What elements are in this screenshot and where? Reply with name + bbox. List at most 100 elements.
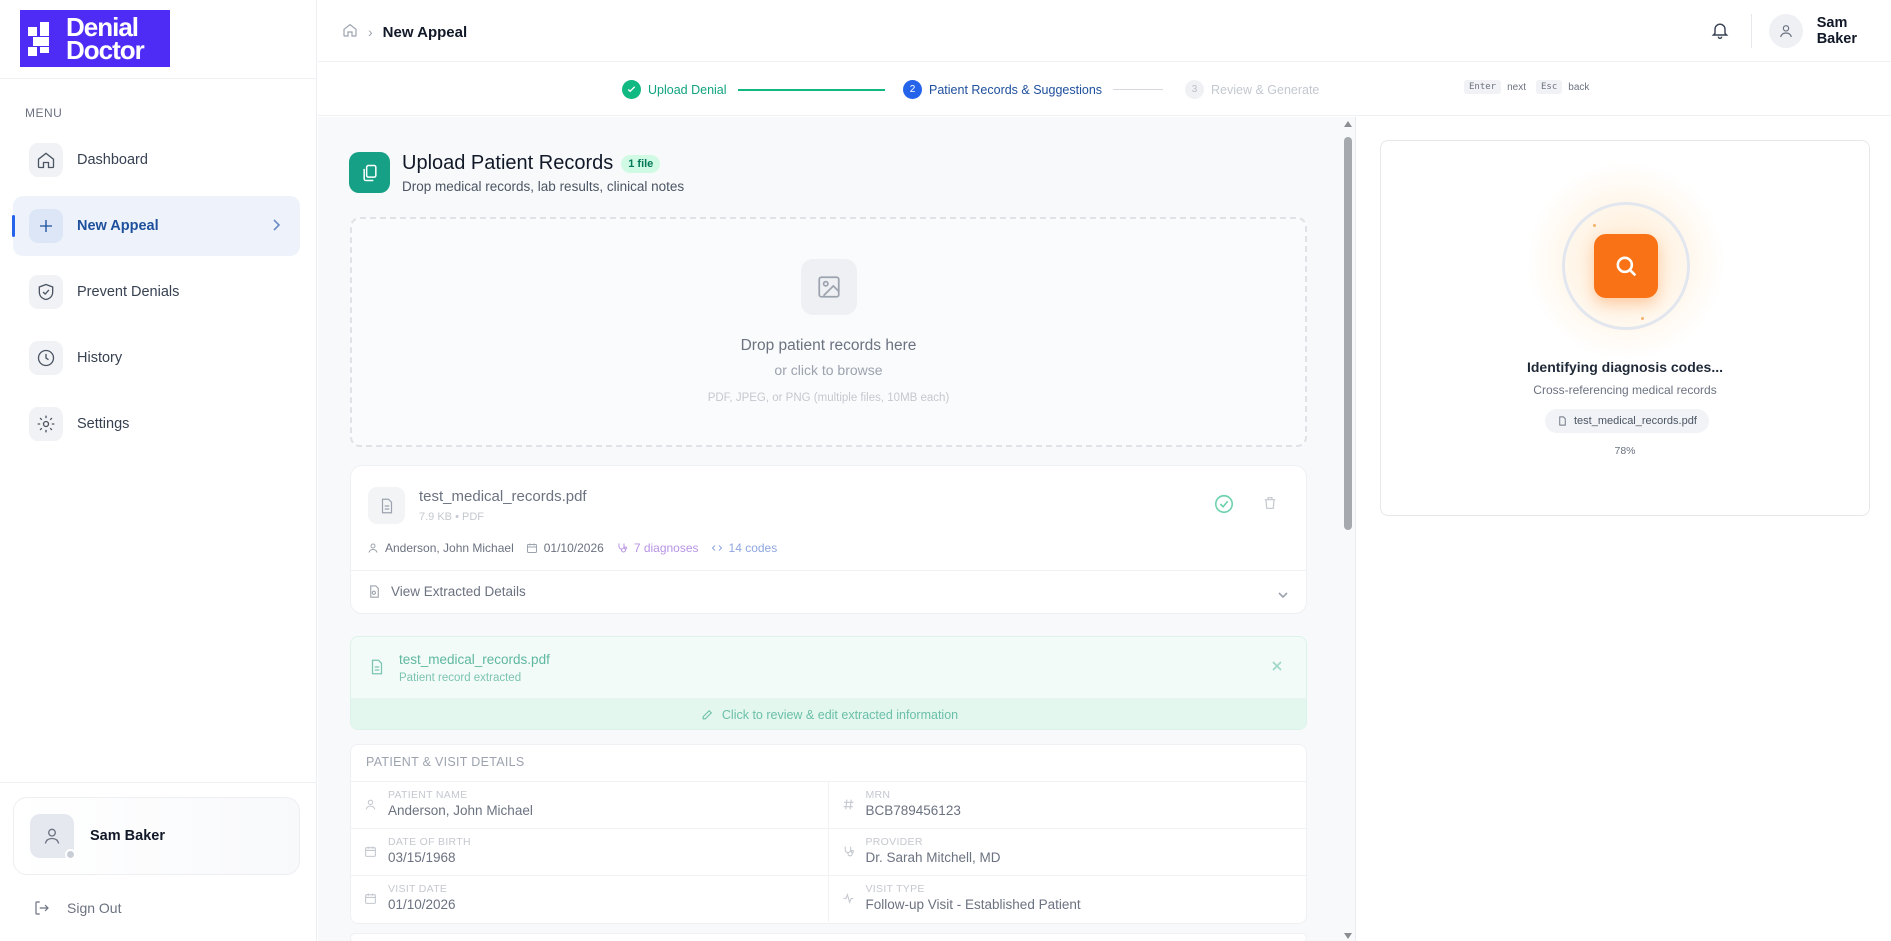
trash-icon[interactable] [1262,494,1278,517]
denial-doctor-logo[interactable]: Denial Doctor [20,10,170,67]
drop-formats-text: PDF, JPEG, or PNG (multiple files, 10MB … [707,392,950,404]
sign-out-label: Sign Out [67,900,122,916]
field-visit-date[interactable]: VISIT DATE 01/10/2026 [351,876,829,922]
plus-icon [29,209,63,243]
upload-subtitle: Drop medical records, lab results, clini… [402,179,685,194]
sidebar-item-label: History [77,350,123,366]
sidebar-item-label: Settings [77,416,130,432]
field-value: 03/15/1968 [388,850,456,865]
file-meta: 7.9 KB • PDF [419,511,484,523]
step-number: 3 [1185,80,1204,99]
divider [351,570,1306,571]
extracted-status: Patient record extracted [399,672,522,684]
sidebar-item-prevent-denials[interactable]: Prevent Denials [13,262,300,322]
file-drop-zone[interactable]: Drop patient records here or click to br… [350,217,1307,447]
field-label: PATIENT NAME [388,789,468,801]
processing-file-name: test_medical_records.pdf [1574,415,1697,427]
user-profile-card[interactable]: Sam Baker [13,797,300,875]
enter-key: Enter [1464,80,1502,94]
orbit-dot [1593,224,1596,227]
home-icon [29,143,63,177]
search-icon [1594,234,1658,298]
close-icon[interactable] [1271,659,1283,677]
user-icon [365,799,376,810]
activity-icon [843,893,853,904]
shield-check-icon [29,275,63,309]
sidebar-item-history[interactable]: History [13,328,300,388]
field-label: VISIT TYPE [865,883,925,895]
file-icon [368,487,405,524]
keyboard-hint: Enter next Esc back [1464,80,1599,94]
header-user-name: Sam Baker [1816,15,1858,47]
sign-out-button[interactable]: Sign Out [33,899,121,917]
scroll-up-arrow-icon[interactable] [1344,121,1352,127]
pencil-icon [702,709,712,720]
step-review-generate: 3 Review & Generate [1185,80,1319,99]
avatar [1769,14,1803,48]
bell-icon[interactable] [1710,19,1730,46]
breadcrumb: › New Appeal [342,22,467,42]
field-patient-name[interactable]: PATIENT NAME Anderson, John Michael [351,782,829,828]
chevron-right-icon: › [368,24,373,40]
sidebar-nav: Dashboard New Appeal Prevent Denials His… [12,130,300,460]
progress-stepper: Upload Denial 2 Patient Records & Sugges… [318,62,1891,116]
sidebar-item-settings[interactable]: Settings [13,394,300,454]
enter-hint-text: next [1507,81,1526,93]
divider [1751,14,1752,48]
field-label: VISIT DATE [388,883,448,895]
step-connector [1113,89,1163,90]
chevron-down-icon[interactable] [1277,587,1289,605]
extracted-file-name: test_medical_records.pdf [399,652,550,667]
chevron-right-icon [270,218,282,237]
calendar-icon [365,846,376,857]
file-icon [1559,416,1566,426]
esc-hint-text: back [1568,81,1590,93]
orbit-dot [1641,317,1644,320]
divider [0,78,317,79]
field-value: Dr. Sarah Mitchell, MD [865,850,1001,865]
scroll-down-arrow-icon[interactable] [1344,933,1352,939]
field-visit-type[interactable]: VISIT TYPE Follow-up Visit - Established… [829,876,1307,922]
field-label: PROVIDER [865,836,923,848]
status-dot [65,849,76,860]
top-bar: › New Appeal Sam Baker [318,0,1891,62]
edit-extracted-info-button[interactable]: Click to review & edit extracted informa… [351,698,1306,729]
upload-title: Upload Patient Records [402,152,614,174]
divider [0,782,317,783]
check-icon [622,80,641,99]
processing-title: Identifying diagnosis codes... [1526,359,1724,375]
user-name: Sam Baker [90,828,165,844]
sidebar-item-dashboard[interactable]: Dashboard [13,130,300,190]
sidebar-item-new-appeal[interactable]: New Appeal [12,196,300,256]
calendar-icon [365,893,376,904]
step-patient-records[interactable]: 2 Patient Records & Suggestions [903,80,1102,99]
processing-subtitle: Cross-referencing medical records [1533,383,1717,397]
file-name: test_medical_records.pdf [419,488,587,505]
sidebar: Denial Doctor MENU Dashboard New Appeal … [0,0,317,941]
field-date-of-birth[interactable]: DATE OF BIRTH 03/15/1968 [351,829,829,875]
scrollbar[interactable] [1341,117,1355,941]
codes-count: 14 codes [728,541,778,555]
view-extracted-details-toggle[interactable]: View Extracted Details [367,584,526,599]
field-value: 01/10/2026 [388,897,456,912]
scrollbar-thumb[interactable] [1344,137,1352,530]
next-section-card [350,933,1307,941]
patient-name: Anderson, John Michael [385,541,514,555]
hash-icon [843,799,853,810]
field-mrn[interactable]: MRN BCB789456123 [829,782,1307,828]
drop-browse-text: or click to browse [774,362,883,378]
home-icon[interactable] [342,22,358,42]
view-details-label: View Extracted Details [391,584,526,599]
patient-summary: Anderson, John Michael [367,541,514,555]
logo-line-2: Doctor [66,34,145,65]
processing-file-chip: test_medical_records.pdf [1545,409,1709,433]
uploaded-file-card: test_medical_records.pdf 7.9 KB • PDF An… [350,465,1307,614]
step-label: Review & Generate [1211,82,1320,97]
header-user-menu[interactable]: Sam Baker [1769,14,1891,48]
diagnoses-count: 7 diagnoses [633,541,699,555]
file-search-icon [370,585,379,598]
user-icon [368,543,378,553]
step-label: Upload Denial [648,82,727,97]
field-provider[interactable]: PROVIDER Dr. Sarah Mitchell, MD [829,829,1307,875]
step-upload-denial[interactable]: Upload Denial [622,80,727,99]
